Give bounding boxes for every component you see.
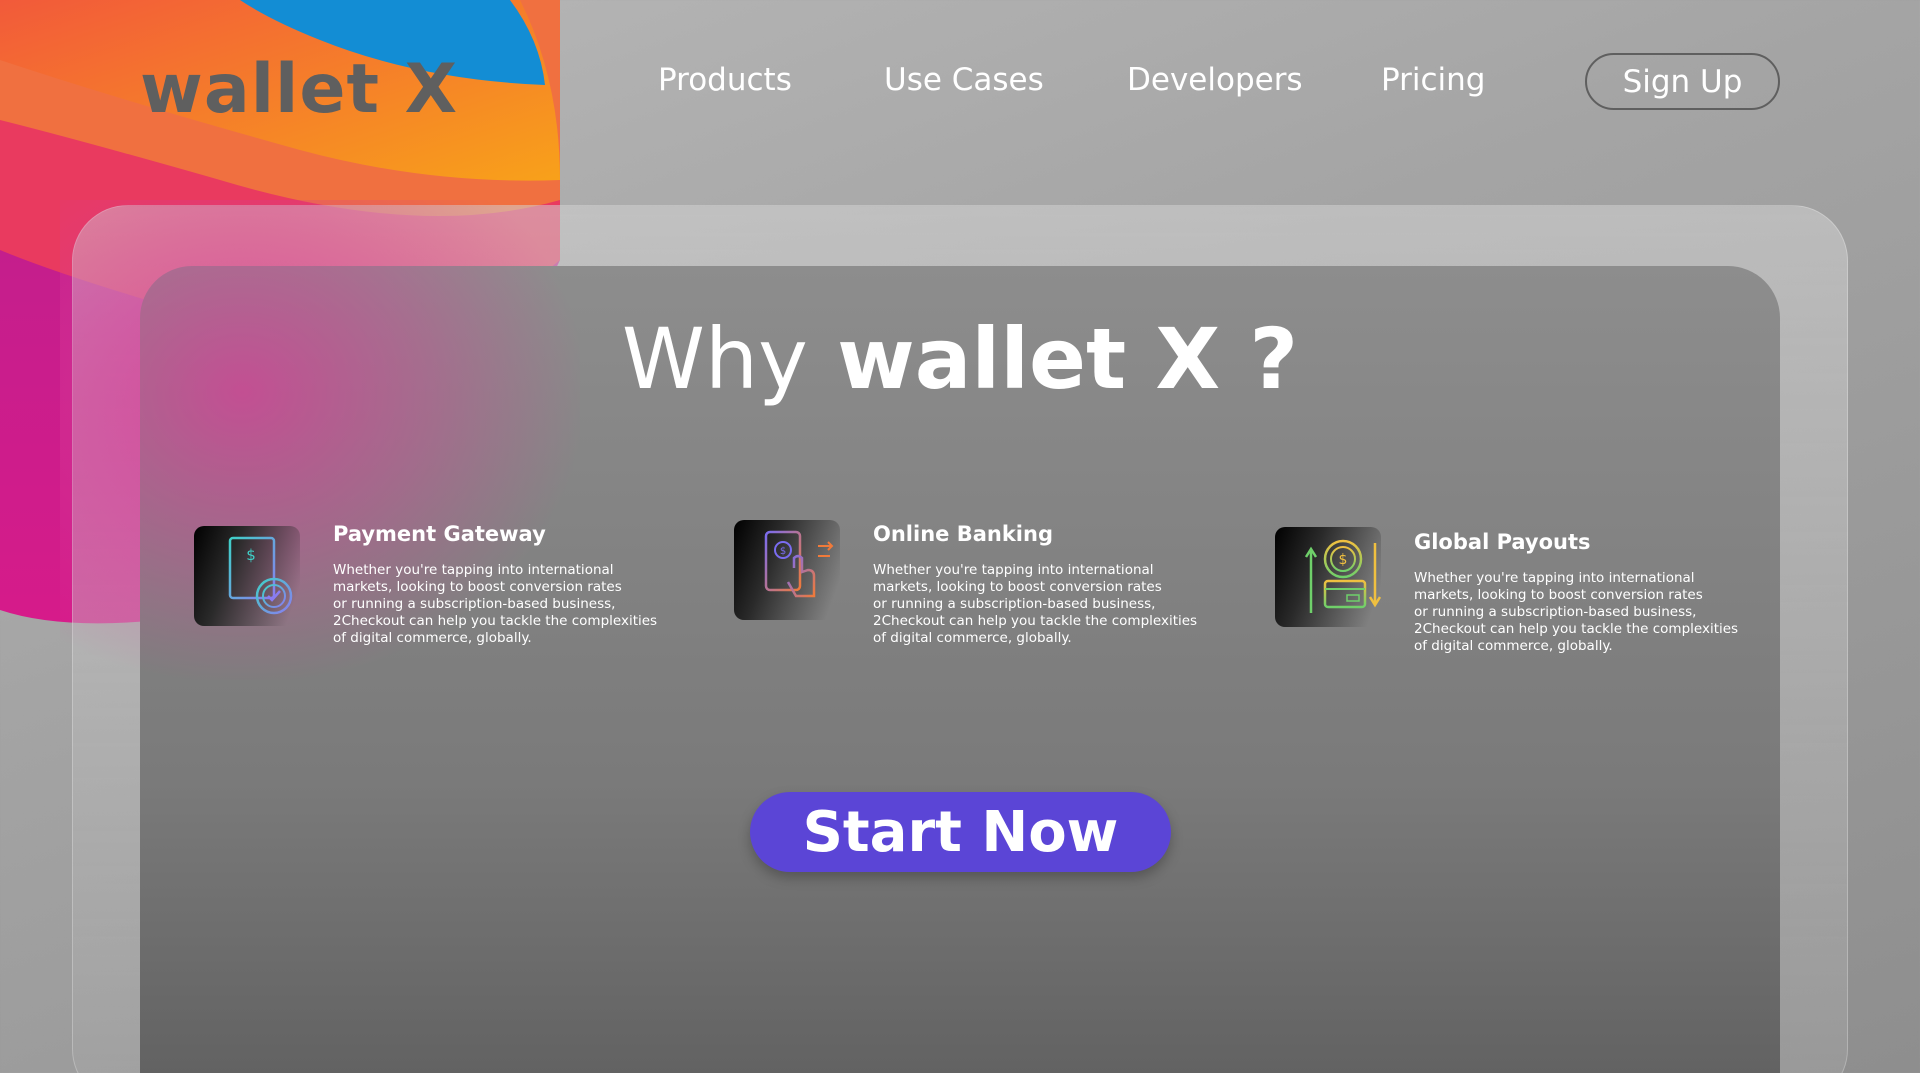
top-navigation: Products Use Cases Developers Pricing Si… [0, 0, 1920, 160]
feature-title: Global Payouts [1414, 530, 1591, 554]
sign-up-button[interactable]: Sign Up [1585, 53, 1780, 110]
feature-description: Whether you're tapping into internationa… [333, 562, 658, 646]
start-now-button[interactable]: Start Now [750, 792, 1171, 872]
feature-description: Whether you're tapping into internationa… [873, 562, 1198, 646]
nav-link-products[interactable]: Products [658, 62, 792, 98]
nav-link-use-cases[interactable]: Use Cases [884, 62, 1044, 98]
invoice-check-icon: $ [194, 526, 300, 626]
nav-link-pricing[interactable]: Pricing [1381, 62, 1486, 98]
feature-title: Payment Gateway [333, 522, 546, 546]
mobile-banking-hand-icon: $ [734, 520, 840, 620]
feature-description: Whether you're tapping into internationa… [1414, 570, 1739, 654]
coin-card-transfer-icon: $ [1275, 527, 1381, 627]
nav-link-developers[interactable]: Developers [1127, 62, 1303, 98]
page-title-prefix: Why [621, 310, 808, 408]
feature-title: Online Banking [873, 522, 1053, 546]
svg-text:$: $ [246, 546, 256, 564]
page-title-brand: wallet X ? [837, 310, 1299, 408]
page-title: Why wallet X ? [0, 310, 1920, 408]
svg-text:$: $ [780, 546, 786, 557]
svg-text:$: $ [1339, 552, 1348, 568]
